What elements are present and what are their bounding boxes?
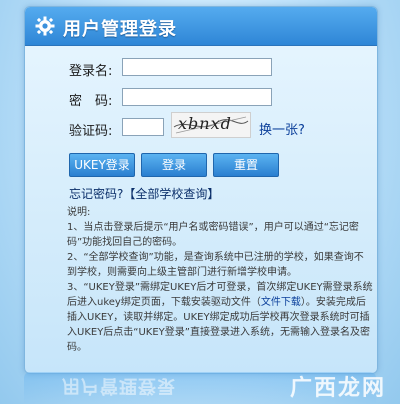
- watermark: 广西龙网: [266, 366, 386, 401]
- login-panel: 用户管理登录 登录名: 密 码: 验证码: xbnxd 换一张? UKEY登录 …: [24, 6, 378, 374]
- captcha-input[interactable]: [122, 118, 164, 136]
- reflection-title: 用户管理登录: [62, 375, 176, 396]
- watermark-text: 广西龙网: [289, 376, 386, 401]
- username-input[interactable]: [122, 58, 272, 76]
- username-label: 登录名:: [69, 64, 113, 79]
- instruction-item: 3、“UKEY登录”需绑定UKEY后才可登录，首次绑定UKEY需登录系统后进入u…: [67, 280, 373, 355]
- page-title: 用户管理登录: [63, 19, 177, 40]
- gear-icon: [35, 16, 55, 36]
- password-label: 密 码:: [69, 94, 113, 109]
- reset-button[interactable]: 重置: [213, 153, 279, 177]
- captcha-image[interactable]: xbnxd: [171, 112, 251, 138]
- password-input[interactable]: [122, 88, 272, 106]
- forgot-password-link[interactable]: 忘记密码?【全部学校查询】: [69, 185, 219, 202]
- refresh-captcha-link[interactable]: 换一张?: [259, 119, 305, 138]
- file-download-link[interactable]: 文件下载: [261, 297, 301, 308]
- login-button[interactable]: 登录: [141, 153, 207, 177]
- instructions-title: 说明:: [67, 207, 91, 218]
- captcha-text: xbnxd: [178, 114, 232, 133]
- captcha-label: 验证码:: [69, 124, 113, 139]
- panel-header: 用户管理登录: [25, 7, 377, 46]
- instruction-item: 2、“全部学校查询”功能，是查询系统中已注册的学校，如果查询不到学校，则需要向上…: [67, 252, 364, 278]
- ukey-login-button[interactable]: UKEY登录: [69, 153, 135, 177]
- instructions: 说明: 1、当点击登录后提示“用户名或密码错误”，用户可以通过“忘记密码”功能找…: [67, 205, 373, 355]
- instruction-item: 1、当点击登录后提示“用户名或密码错误”，用户可以通过“忘记密码”功能找回自己的…: [67, 222, 359, 248]
